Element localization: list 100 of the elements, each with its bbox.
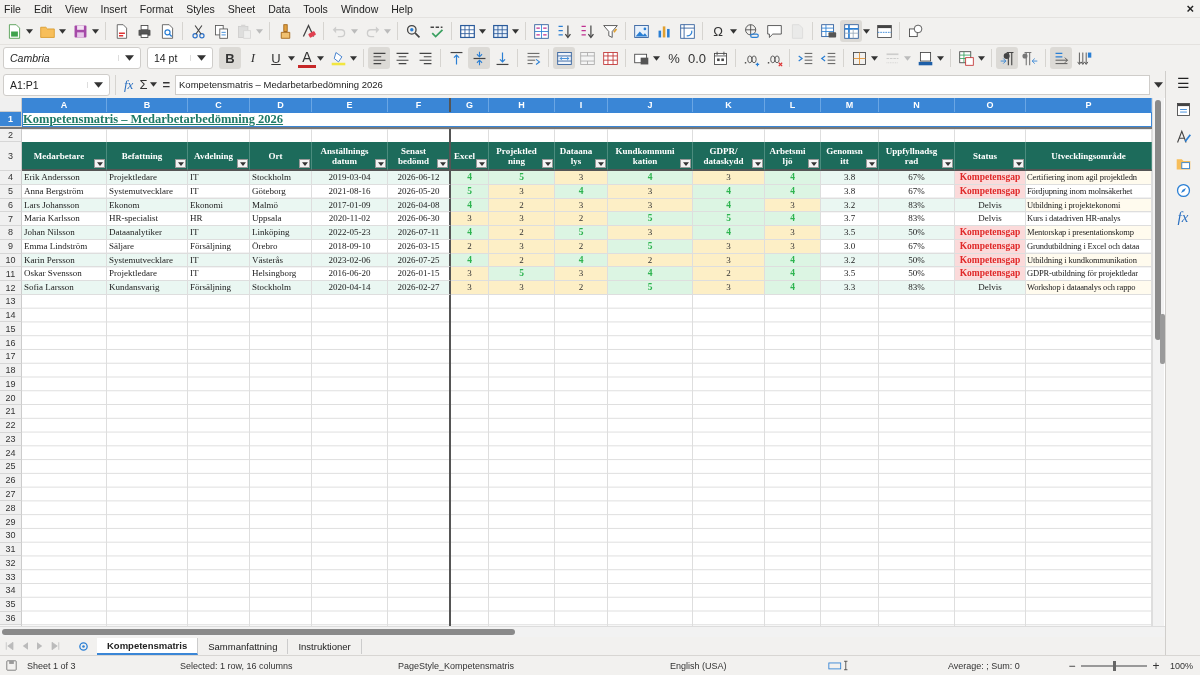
- filter-button[interactable]: [237, 159, 248, 168]
- menu-item[interactable]: Sheet: [227, 2, 256, 15]
- filter-button[interactable]: [866, 159, 877, 168]
- caret-icon[interactable]: [871, 55, 878, 61]
- toolbar-button[interactable]: 0.0: [686, 47, 708, 69]
- caret-icon[interactable]: [288, 55, 295, 61]
- column-header[interactable]: F: [388, 98, 451, 112]
- toolbar-button[interactable]: U: [265, 47, 287, 69]
- caret-icon[interactable]: [92, 28, 99, 34]
- menu-item[interactable]: Tools: [303, 2, 328, 15]
- sheet-tab[interactable]: Sammanfattning: [198, 638, 289, 654]
- filter-button[interactable]: [375, 159, 386, 168]
- toolbar-button[interactable]: [368, 47, 390, 69]
- column-header[interactable]: L: [765, 98, 821, 112]
- filter-button[interactable]: [595, 159, 606, 168]
- row-header[interactable]: 12: [0, 281, 22, 295]
- sum-button[interactable]: Σ: [136, 77, 151, 92]
- column-header[interactable]: K: [693, 98, 765, 112]
- sheet-tab[interactable]: Kompetensmatris: [97, 637, 199, 655]
- toolbar-button[interactable]: %: [663, 47, 685, 69]
- zoom-out-button[interactable]: −: [1066, 658, 1078, 673]
- column-header[interactable]: C: [188, 98, 250, 112]
- column-header[interactable]: B: [107, 98, 188, 112]
- caret-icon[interactable]: [350, 55, 357, 61]
- styles-icon[interactable]: [1174, 128, 1192, 145]
- row-header[interactable]: 15: [0, 322, 22, 337]
- filter-button[interactable]: [437, 159, 448, 168]
- caret-icon[interactable]: [150, 82, 158, 87]
- row-header[interactable]: 7: [0, 212, 22, 227]
- row-header[interactable]: 1: [0, 112, 22, 127]
- menu-item[interactable]: Help: [391, 2, 413, 15]
- row-header[interactable]: 8: [0, 226, 22, 240]
- menu-item[interactable]: Window: [340, 2, 379, 15]
- caret-icon[interactable]: [479, 28, 486, 34]
- scrollbar-thumb[interactable]: [1155, 100, 1161, 340]
- caret-icon[interactable]: [978, 55, 985, 61]
- row-header[interactable]: 19: [0, 377, 22, 392]
- row-header[interactable]: 32: [0, 556, 22, 571]
- function-wizard-button[interactable]: fx: [121, 76, 137, 93]
- column-header[interactable]: I: [555, 98, 608, 112]
- toolbar-button[interactable]: B: [219, 47, 241, 69]
- row-header[interactable]: 24: [0, 446, 22, 461]
- toolbar-button[interactable]: [840, 20, 862, 42]
- row-header[interactable]: 3: [0, 142, 22, 171]
- column-header[interactable]: E: [312, 98, 388, 112]
- menu-item[interactable]: File: [4, 2, 21, 15]
- caret-icon[interactable]: [512, 28, 519, 34]
- row-header[interactable]: 20: [0, 391, 22, 405]
- filter-button[interactable]: [808, 159, 819, 168]
- expand-formula-icon[interactable]: [1154, 81, 1164, 88]
- toolbar-button[interactable]: I: [242, 47, 264, 69]
- row-header[interactable]: 21: [0, 405, 22, 419]
- add-sheet-icon[interactable]: [78, 640, 89, 652]
- filter-button[interactable]: [752, 159, 763, 168]
- selection-mode-icon[interactable]: [828, 660, 850, 671]
- vertical-scrollbar[interactable]: [1152, 98, 1164, 626]
- menu-item[interactable]: Data: [268, 2, 291, 15]
- column-header[interactable]: P: [1026, 98, 1152, 112]
- menu-item[interactable]: Styles: [186, 2, 215, 15]
- row-header[interactable]: 11: [0, 267, 22, 282]
- menu-item[interactable]: Edit: [33, 2, 52, 15]
- caret-icon[interactable]: [26, 28, 33, 34]
- toolbar-button[interactable]: [553, 47, 575, 69]
- horizontal-scrollbar[interactable]: [0, 626, 1166, 637]
- row-header[interactable]: 28: [0, 501, 22, 516]
- column-header[interactable]: H: [489, 98, 555, 112]
- column-header[interactable]: O: [955, 98, 1026, 112]
- zoom-in-button[interactable]: +: [1150, 658, 1162, 673]
- column-header[interactable]: M: [821, 98, 879, 112]
- font-color-button[interactable]: A: [298, 48, 316, 68]
- filter-button[interactable]: [942, 159, 953, 168]
- formula-input[interactable]: Kompetensmatris – Medarbetarbedömning 2026: [175, 74, 1151, 95]
- toolbar-button[interactable]: [996, 47, 1018, 69]
- filter-button[interactable]: [476, 159, 487, 168]
- spreadsheet-grid[interactable]: [0, 98, 1152, 626]
- sidebar-handle[interactable]: [1160, 314, 1166, 364]
- menu-item[interactable]: Insert: [100, 2, 127, 15]
- row-header[interactable]: 2: [0, 129, 22, 142]
- functions-button[interactable]: fx: [1177, 209, 1189, 226]
- column-header[interactable]: J: [608, 98, 693, 112]
- filter-button[interactable]: [175, 159, 186, 168]
- toolbar-button[interactable]: Ω: [707, 20, 729, 42]
- menu-item[interactable]: Format: [139, 2, 174, 15]
- navigator-icon[interactable]: [1174, 182, 1192, 199]
- zoom-slider-thumb[interactable]: [1113, 660, 1116, 671]
- column-header[interactable]: N: [879, 98, 955, 112]
- row-header[interactable]: 29: [0, 515, 22, 529]
- menu-item[interactable]: View: [65, 2, 88, 15]
- column-header[interactable]: A: [22, 98, 107, 112]
- filter-button[interactable]: [299, 159, 310, 168]
- row-header[interactable]: 33: [0, 570, 22, 584]
- filter-button[interactable]: [94, 159, 105, 168]
- column-header[interactable]: G: [451, 98, 489, 112]
- font-size-field[interactable]: 14 pt: [147, 47, 213, 69]
- caret-icon[interactable]: [653, 55, 660, 61]
- column-header[interactable]: D: [250, 98, 312, 112]
- scrollbar-thumb[interactable]: [2, 629, 515, 635]
- sheet-tab[interactable]: Instruktioner: [288, 638, 362, 654]
- caret-icon[interactable]: [59, 28, 66, 34]
- caret-icon[interactable]: [730, 28, 737, 34]
